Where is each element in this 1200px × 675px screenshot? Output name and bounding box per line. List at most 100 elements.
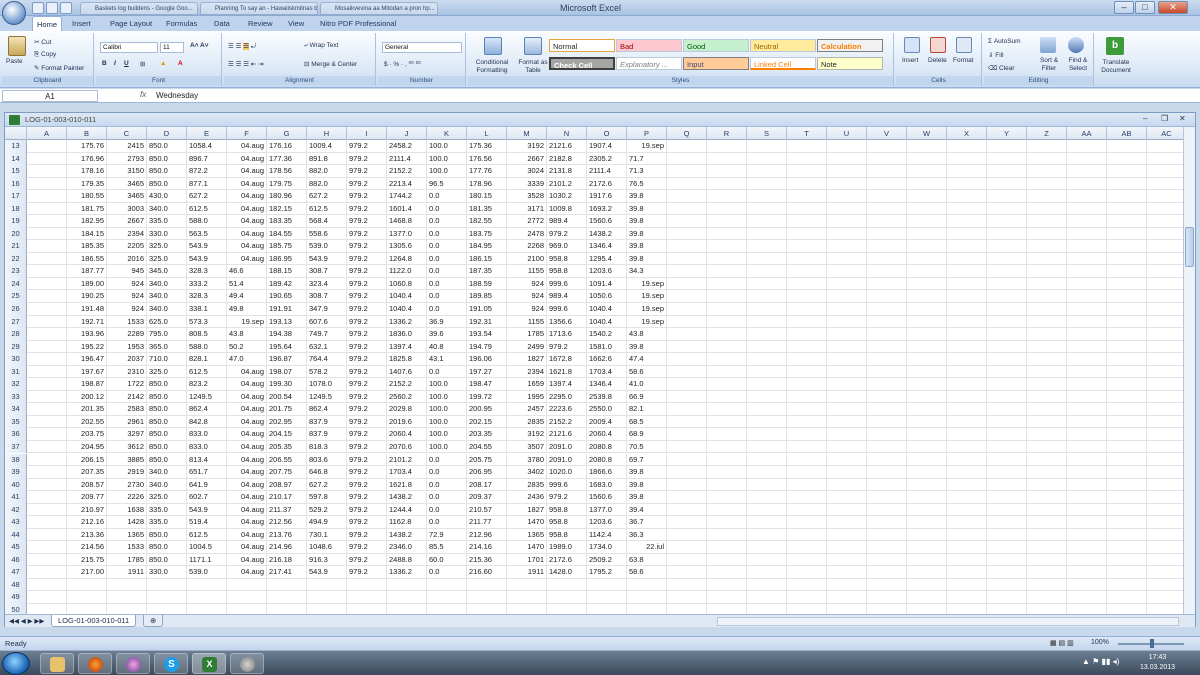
cell[interactable]: 1249.5	[187, 390, 227, 404]
cell[interactable]	[1027, 303, 1067, 316]
cell[interactable]	[827, 215, 867, 228]
cell[interactable]: 2295.0	[547, 390, 587, 404]
cell[interactable]: 1825.8	[387, 353, 427, 366]
cell[interactable]: 186.15	[467, 252, 507, 266]
taskbar-explorer[interactable]	[40, 653, 74, 674]
cell[interactable]	[907, 202, 947, 216]
cell[interactable]	[747, 453, 787, 467]
cell[interactable]	[1067, 541, 1107, 554]
cell[interactable]: 979.2	[347, 403, 387, 416]
cell[interactable]: 3402	[507, 466, 547, 479]
cell[interactable]: 924	[507, 290, 547, 303]
cell[interactable]	[947, 340, 987, 354]
cell[interactable]: 958.8	[547, 252, 587, 266]
cell[interactable]	[147, 578, 187, 592]
cell[interactable]	[267, 578, 307, 592]
cell[interactable]: 340.0	[147, 277, 187, 291]
cell[interactable]	[787, 403, 827, 416]
cell[interactable]	[1147, 566, 1183, 579]
cell[interactable]	[867, 415, 907, 429]
cell[interactable]	[1107, 415, 1147, 429]
cell[interactable]	[1027, 215, 1067, 228]
cell[interactable]: 04.aug	[227, 202, 267, 216]
cell[interactable]: 215.75	[67, 553, 107, 567]
cell[interactable]: 1122.0	[387, 265, 427, 278]
format-button[interactable]: Format	[953, 57, 974, 64]
cell[interactable]	[987, 428, 1027, 441]
cell[interactable]: 958.8	[547, 516, 587, 529]
cell[interactable]: 175.76	[67, 140, 107, 153]
cell[interactable]	[747, 252, 787, 266]
cell[interactable]	[1027, 152, 1067, 166]
cell[interactable]: 191.48	[67, 303, 107, 316]
cell[interactable]: 0.0	[427, 277, 467, 291]
cell[interactable]	[987, 227, 1027, 241]
cell[interactable]	[987, 453, 1027, 467]
cell[interactable]: 969.0	[547, 240, 587, 253]
cell[interactable]	[987, 503, 1027, 517]
cell[interactable]: 850.0	[147, 140, 187, 153]
cell[interactable]: 1693.2	[587, 202, 627, 216]
cell[interactable]	[1107, 190, 1147, 203]
cell[interactable]	[1147, 391, 1183, 404]
cell[interactable]	[907, 603, 947, 614]
cell[interactable]: 1785	[507, 328, 547, 341]
cell[interactable]	[707, 453, 747, 467]
cell[interactable]	[867, 478, 907, 492]
cell[interactable]: 896.7	[187, 152, 227, 166]
cell[interactable]: 214.96	[267, 541, 307, 554]
cell[interactable]	[867, 190, 907, 203]
cell[interactable]: 543.9	[307, 566, 347, 579]
cell[interactable]	[747, 152, 787, 166]
row-header[interactable]: 37	[5, 440, 27, 454]
cell[interactable]	[1147, 591, 1183, 604]
cell[interactable]: 197.67	[67, 365, 107, 379]
cell[interactable]: 82.1	[627, 403, 667, 416]
style-bad[interactable]: Bad	[616, 39, 682, 52]
cell[interactable]	[907, 190, 947, 203]
cell[interactable]	[1107, 177, 1147, 191]
cell[interactable]: 3150	[107, 165, 147, 178]
cell[interactable]	[947, 265, 987, 278]
cell[interactable]	[667, 390, 707, 404]
cell[interactable]: 1911	[507, 566, 547, 579]
cell[interactable]: 2060.4	[387, 428, 427, 441]
cell[interactable]: 184.55	[267, 227, 307, 241]
cell[interactable]: 1264.8	[387, 252, 427, 266]
cell[interactable]	[907, 303, 947, 316]
cell[interactable]: 612.5	[187, 202, 227, 216]
cell[interactable]: 2346.0	[387, 541, 427, 554]
cell[interactable]: 1722	[107, 378, 147, 391]
cell[interactable]	[1147, 454, 1183, 467]
cell[interactable]: 850.0	[147, 415, 187, 429]
cell[interactable]	[867, 328, 907, 341]
cell[interactable]	[947, 378, 987, 391]
wrap-text-button[interactable]: ⤶ Wrap Text	[304, 42, 338, 50]
cell[interactable]	[747, 415, 787, 429]
cell[interactable]	[1067, 491, 1107, 504]
cell[interactable]	[1067, 603, 1107, 614]
cell[interactable]: 202.95	[267, 415, 307, 429]
cell[interactable]: 47.0	[227, 353, 267, 366]
cell[interactable]: 340.0	[147, 466, 187, 479]
cell[interactable]: 818.3	[307, 440, 347, 454]
cell[interactable]	[1067, 466, 1107, 479]
column-header[interactable]: S	[747, 127, 787, 140]
column-header[interactable]: P	[627, 127, 667, 140]
cell[interactable]: 2213.4	[387, 177, 427, 191]
row-header[interactable]: 33	[5, 390, 27, 404]
cell[interactable]	[947, 516, 987, 529]
cell[interactable]	[27, 252, 67, 266]
cell[interactable]: 2919	[107, 466, 147, 479]
cell[interactable]	[1107, 478, 1147, 492]
font-name-select[interactable]: Calibri	[100, 42, 158, 53]
cell[interactable]: 187.77	[67, 265, 107, 278]
cell[interactable]: 2458.2	[387, 140, 427, 153]
cell[interactable]: 345.0	[147, 265, 187, 278]
cell[interactable]: 04.aug	[227, 403, 267, 416]
cell[interactable]	[1147, 579, 1183, 592]
cell[interactable]	[787, 378, 827, 391]
cell[interactable]	[907, 353, 947, 366]
cell[interactable]	[27, 390, 67, 404]
cell[interactable]: 325.0	[147, 491, 187, 504]
